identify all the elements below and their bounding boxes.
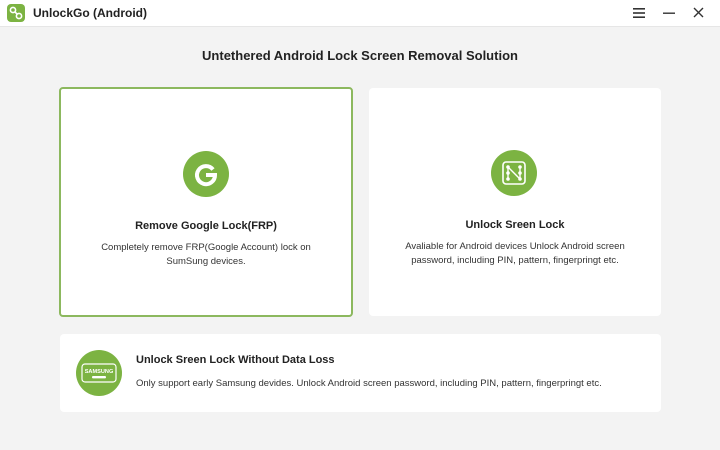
minimize-button[interactable]	[657, 3, 681, 23]
remove-google-lock-card[interactable]: Remove Google Lock(FRP) Completely remov…	[59, 87, 353, 317]
card-description-line: password, including PIN, pattern, finger…	[411, 255, 619, 266]
title-bar: UnlockGo (Android)	[0, 0, 720, 27]
unlock-screen-lock-card[interactable]: Unlock Sreen Lock Avaliable for Android …	[369, 88, 661, 316]
hamburger-menu-icon	[633, 5, 645, 21]
card-description-line: Completely remove FRP(Google Account) lo…	[101, 242, 311, 253]
menu-button[interactable]	[627, 3, 651, 23]
close-button[interactable]	[686, 3, 710, 23]
card-title: Remove Google Lock(FRP)	[135, 220, 277, 232]
card-title: Unlock Sreen Lock Without Data Loss	[136, 354, 335, 366]
minimize-icon	[663, 5, 675, 21]
samsung-device-icon: SAMSUNG	[76, 350, 122, 396]
app-logo-icon	[7, 4, 25, 22]
page-title: Untethered Android Lock Screen Removal S…	[202, 48, 518, 63]
google-g-icon	[183, 151, 229, 197]
pattern-lock-icon	[491, 150, 537, 196]
card-description-line: Avaliable for Android devices Unlock And…	[405, 241, 625, 252]
card-description: Only support early Samsung devides. Unlo…	[136, 378, 602, 389]
app-title: UnlockGo (Android)	[33, 6, 147, 20]
unlock-without-data-loss-card[interactable]: SAMSUNG Unlock Sreen Lock Without Data L…	[60, 334, 661, 412]
card-description-line: SumSung devices.	[166, 256, 246, 267]
card-description: Completely remove FRP(Google Account) lo…	[61, 241, 351, 269]
samsung-logo-text: SAMSUNG	[85, 369, 114, 375]
card-title: Unlock Sreen Lock	[465, 219, 565, 231]
close-icon	[693, 5, 704, 21]
card-description: Avaliable for Android devices Unlock And…	[369, 240, 661, 268]
